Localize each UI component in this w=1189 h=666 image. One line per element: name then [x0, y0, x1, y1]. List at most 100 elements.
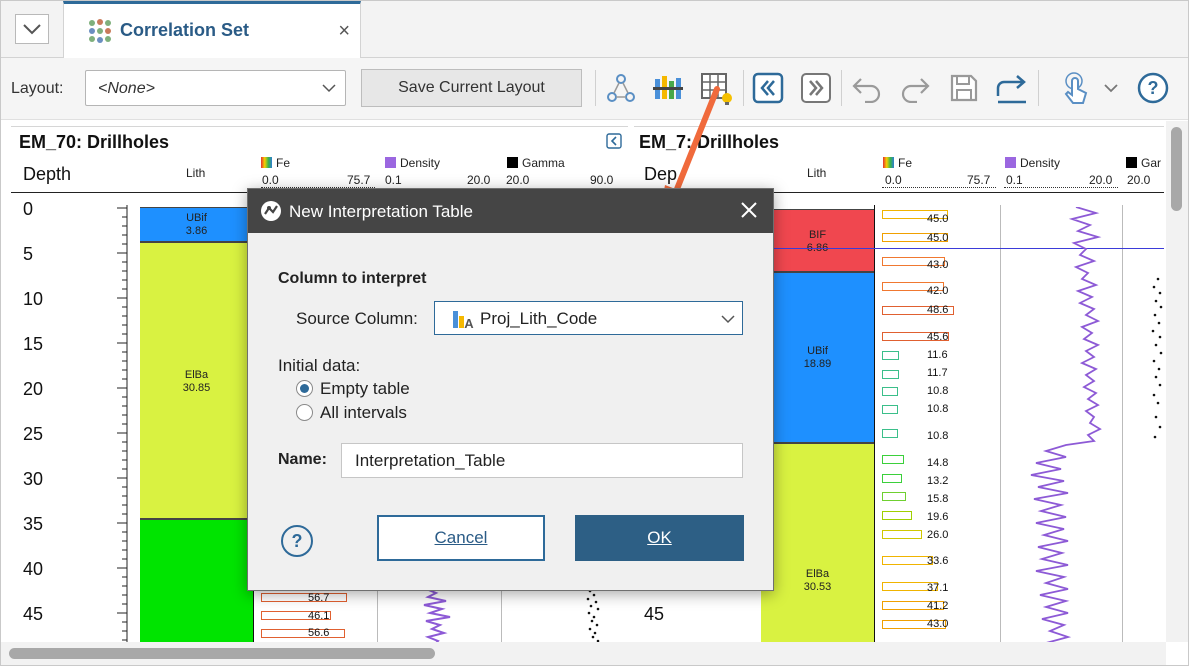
fe-value: 56.7 [308, 592, 330, 604]
last-page-icon[interactable] [798, 70, 834, 106]
cancel-button[interactable]: Cancel [377, 515, 545, 561]
source-column-label: Source Column: [296, 309, 418, 328]
save-icon[interactable] [946, 70, 982, 106]
fe-bar [261, 629, 345, 638]
lith-header: Lith [807, 166, 827, 180]
depth-header: Depth [23, 164, 72, 184]
fe-label: Fe [276, 156, 291, 170]
close-icon[interactable] [739, 200, 759, 220]
column-divider [1000, 205, 1001, 642]
depth-tick: 5 [23, 244, 34, 264]
tab-list-dropdown[interactable] [15, 14, 49, 44]
gamma-min: 20.0 [1127, 173, 1151, 187]
fe-colormap-icon [261, 157, 272, 168]
density-min: 0.1 [385, 173, 402, 187]
fe-value: 42.0 [927, 285, 949, 297]
lith-interval[interactable] [140, 519, 253, 642]
density-trace [1030, 207, 1102, 642]
source-column-select[interactable]: A Proj_Lith_Code [434, 301, 743, 335]
fe-value: 43.0 [927, 618, 949, 630]
touch-icon[interactable] [1058, 70, 1094, 106]
fe-value: 45.6 [927, 331, 949, 343]
ok-button[interactable]: OK [575, 515, 744, 561]
lith-interval[interactable]: ElBa 30.53 [761, 443, 874, 642]
dialog-titlebar[interactable]: New Interpretation Table [248, 189, 773, 233]
horizontal-scroll-thumb[interactable] [9, 648, 435, 659]
undo-icon[interactable] [849, 70, 885, 106]
fe-bar [882, 405, 898, 414]
fe-label: Fe [898, 156, 913, 170]
density-max: 20.0 [1089, 173, 1113, 187]
first-page-icon[interactable] [750, 70, 786, 106]
density-header: Density [1005, 156, 1060, 170]
redo-icon[interactable] [897, 70, 933, 106]
all-intervals-radio[interactable] [296, 404, 313, 421]
fe-bar [882, 556, 933, 565]
name-field[interactable]: Interpretation_Table [341, 443, 743, 478]
toolbar-separator [595, 70, 596, 106]
gamma-label: Gar [1141, 156, 1162, 170]
fe-min: 0.0 [885, 173, 902, 187]
fe-value: 56.6 [308, 627, 330, 639]
gamma-swatch-icon [1126, 157, 1137, 168]
fe-value: 33.6 [927, 555, 949, 567]
svg-text:A: A [464, 316, 474, 330]
fe-bar [882, 351, 899, 360]
gamma-header: Gar [1126, 156, 1161, 170]
fe-min: 0.0 [262, 173, 279, 187]
dropdown-chevron-icon[interactable] [1099, 70, 1123, 106]
vertical-scrollbar[interactable] [1166, 121, 1188, 642]
horizontal-scrollbar[interactable] [1, 642, 1166, 665]
fe-value: 15.8 [927, 493, 949, 505]
export-icon[interactable] [994, 70, 1030, 106]
fe-value: 46.1 [308, 610, 330, 622]
fe-max: 75.7 [967, 173, 991, 187]
gamma-min: 20.0 [506, 173, 530, 187]
density-min: 0.1 [1006, 173, 1023, 187]
chevron-down-icon [721, 315, 735, 324]
tab-strip: Correlation Set × [1, 1, 1188, 58]
gamma-max: 90.0 [590, 173, 614, 187]
fe-value: 10.8 [927, 385, 949, 397]
all-intervals-label[interactable]: All intervals [320, 403, 407, 423]
lith-interval[interactable]: UBif 18.89 [761, 272, 874, 443]
fe-value: 11.7 [927, 367, 948, 379]
column-divider [874, 205, 875, 642]
collapse-panel-icon[interactable] [606, 133, 622, 149]
help-icon[interactable]: ? [1135, 70, 1171, 106]
chevron-down-icon [23, 24, 41, 35]
lith-interval[interactable]: ElBa 30.85 [140, 242, 253, 519]
tab-title: Correlation Set [120, 20, 250, 40]
tab-correlation-set[interactable]: Correlation Set × [63, 1, 361, 58]
lith-code: BIF [808, 229, 827, 241]
density-swatch-icon [385, 157, 396, 168]
save-current-layout-button[interactable]: Save Current Layout [361, 69, 582, 107]
layout-select[interactable]: <None> [85, 70, 346, 106]
fe-bar [882, 387, 898, 396]
lith-interval[interactable]: BIF 6.86 [761, 209, 874, 272]
fe-bar [882, 530, 922, 539]
network-icon[interactable] [603, 70, 639, 106]
fe-value: 45.0 [927, 213, 949, 225]
density-swatch-icon [1005, 157, 1016, 168]
depth-tick: 30 [23, 469, 44, 489]
section-heading: Column to interpret [278, 270, 427, 287]
fe-bar [882, 474, 902, 483]
lith-interval[interactable]: UBif 3.86 [140, 207, 253, 242]
fe-header: Fe [261, 156, 290, 170]
empty-table-radio[interactable] [296, 380, 313, 397]
fe-value: 41.2 [927, 600, 949, 612]
app-window: Correlation Set × Layout: <None> Save Cu… [0, 0, 1189, 666]
empty-table-label[interactable]: Empty table [320, 379, 410, 399]
initial-data-label: Initial data: [278, 356, 361, 375]
tab-close-icon[interactable]: × [338, 21, 350, 41]
depth-tick: 25 [23, 424, 44, 444]
fe-max: 75.7 [347, 173, 371, 187]
fe-header: Fe [883, 156, 912, 170]
depth-tick: 20 [23, 379, 44, 399]
fe-value: 13.2 [927, 475, 949, 487]
gamma-label: Gamma [522, 156, 565, 170]
fe-value: 26.0 [927, 529, 949, 541]
vertical-scroll-thumb[interactable] [1171, 127, 1182, 211]
help-button[interactable]: ? [281, 525, 313, 557]
